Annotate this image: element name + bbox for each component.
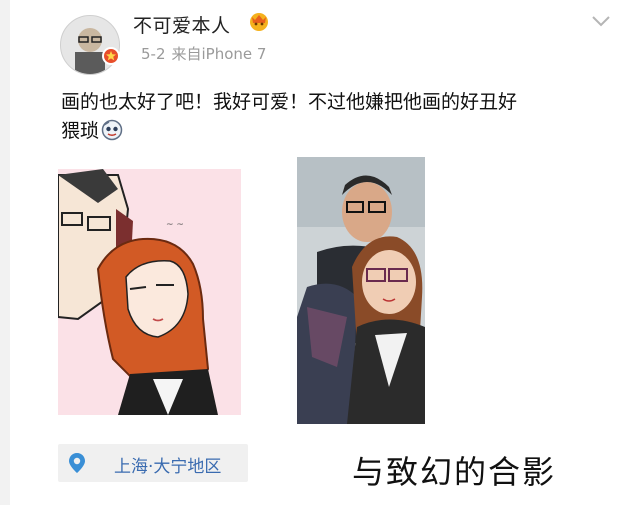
post-text-line-2: 猥琐 [61, 120, 100, 142]
image-caption-overlay: 与致幻的合影 [352, 453, 557, 491]
post-image-illustration[interactable]: ~ ~ [58, 169, 241, 415]
svg-text:~ ~: ~ ~ [166, 220, 184, 230]
post-text: 画的也太好了吧！我好可爱！不过他嫌把他画的好丑好 猥琐 [61, 88, 621, 146]
location-label: 上海·大宁地区 [114, 457, 222, 477]
post-meta: 5-2 来自iPhone 7 [141, 43, 266, 64]
post-source: 来自iPhone 7 [171, 45, 267, 63]
user-avatar[interactable] [60, 15, 120, 75]
page-left-margin [0, 0, 10, 505]
post-text-line-1: 画的也太好了吧！我好可爱！不过他嫌把他画的好丑好 [61, 91, 518, 113]
location-tag[interactable]: 上海·大宁地区 [58, 444, 248, 482]
vip-badge-icon [102, 47, 120, 65]
map-pin-icon [69, 453, 85, 473]
face-emoji-icon [101, 119, 123, 141]
post-date: 5-2 [141, 45, 166, 63]
username[interactable]: 不可爱本人 [133, 11, 231, 38]
post-image-photo[interactable] [297, 157, 425, 424]
crown-emoji-icon [248, 10, 270, 32]
chevron-down-icon[interactable] [590, 13, 612, 27]
